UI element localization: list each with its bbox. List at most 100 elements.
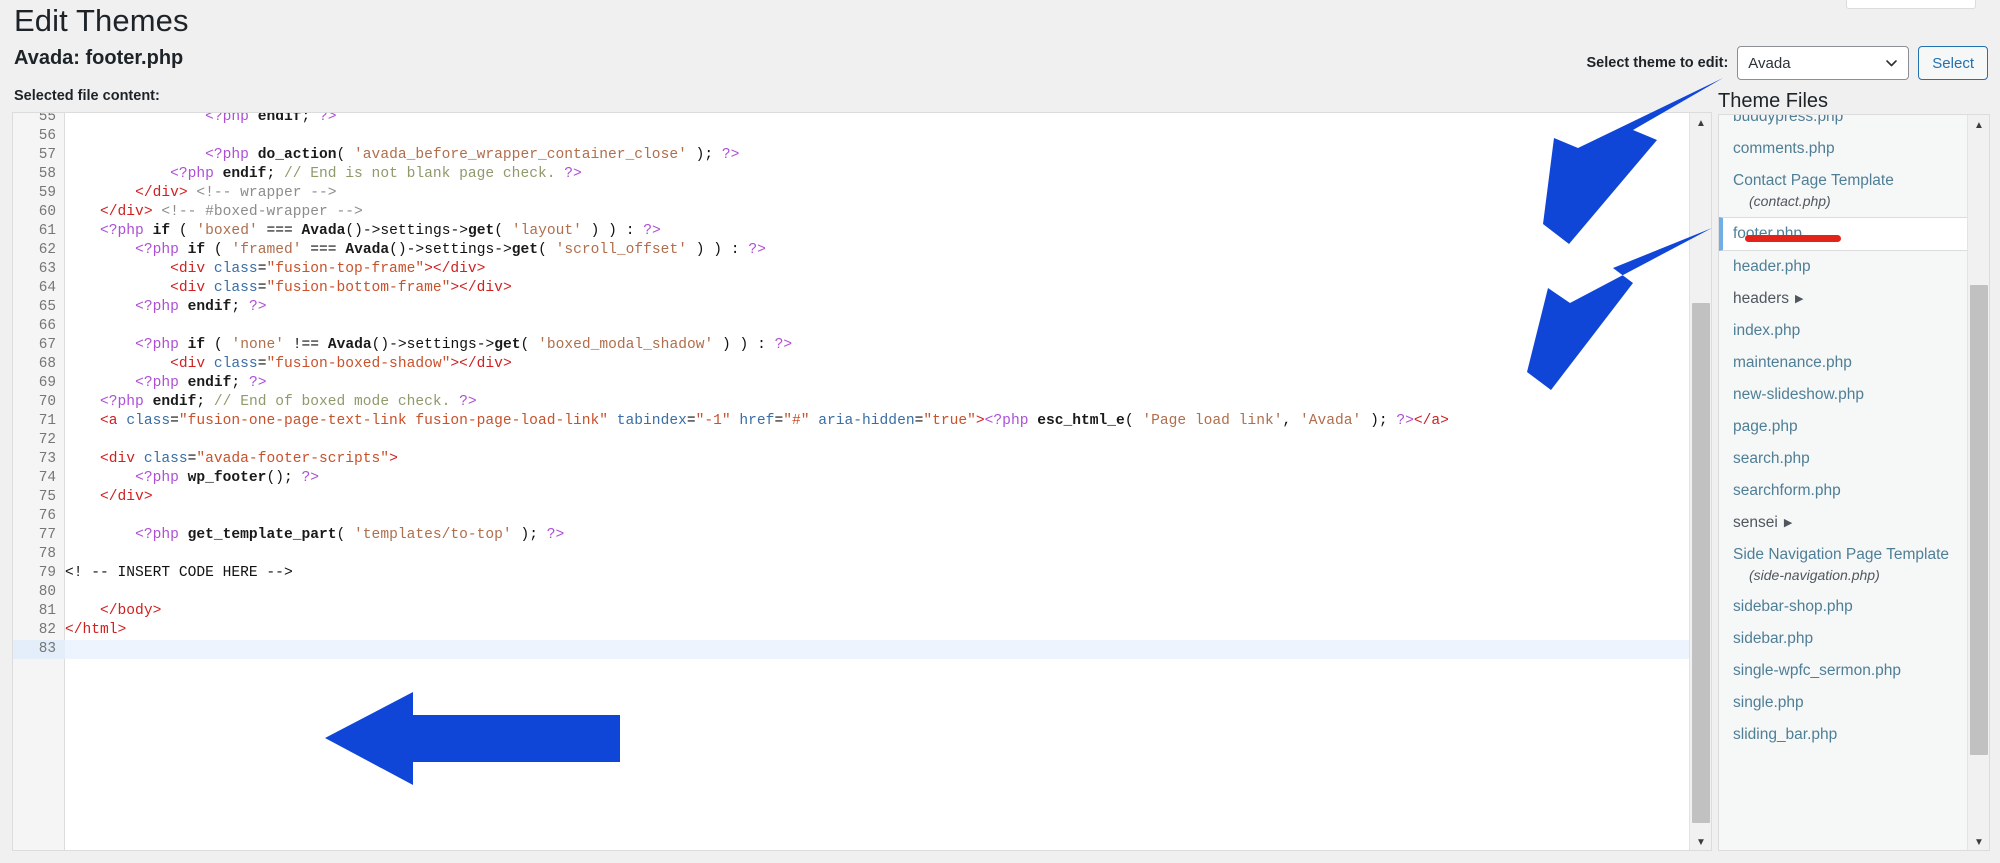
code-text-63: <div class="fusion-top-frame"></div>	[170, 261, 486, 277]
file-item-filename: (side-navigation.php)	[1749, 567, 1880, 583]
line-number-77: 77	[38, 527, 56, 543]
file-item-sensei[interactable]: sensei ▶	[1719, 507, 1969, 539]
file-item-index-php[interactable]: index.php	[1719, 315, 1969, 347]
line-number-66: 66	[38, 318, 56, 334]
code-line-64[interactable]: 64 <div class="fusion-bottom-frame"></di…	[13, 279, 1711, 298]
line-number-81: 81	[38, 603, 56, 619]
line-number-71: 71	[38, 413, 56, 429]
line-number-70: 70	[38, 394, 56, 410]
file-item-searchform-php[interactable]: searchform.php	[1719, 475, 1969, 507]
file-item-label: buddypress.php	[1733, 114, 1844, 125]
code-line-77[interactable]: 77 <?php get_template_part( 'templates/t…	[13, 526, 1711, 545]
file-item-label: Contact Page Template	[1733, 172, 1894, 189]
code-line-60[interactable]: 60 </div> <!-- #boxed-wrapper -->	[13, 203, 1711, 222]
code-line-56[interactable]: 56	[13, 127, 1711, 146]
files-scroll-down-icon[interactable]: ▼	[1968, 832, 1989, 850]
line-number-65: 65	[38, 299, 56, 315]
file-item-headers[interactable]: headers ▶	[1719, 283, 1969, 315]
files-scrollbar-thumb[interactable]	[1970, 285, 1988, 755]
file-item-sidebar-shop-php[interactable]: sidebar-shop.php	[1719, 591, 1969, 623]
code-text-75: </div>	[100, 489, 153, 505]
line-number-58: 58	[38, 166, 56, 182]
file-item-search-php[interactable]: search.php	[1719, 443, 1969, 475]
line-number-79: 79	[38, 565, 56, 581]
select-theme-label: Select theme to edit:	[1586, 55, 1729, 71]
file-item-header-php[interactable]: header.php	[1719, 251, 1969, 283]
folder-expand-icon[interactable]: ▶	[1784, 513, 1792, 533]
file-item-side-navigation-page-template[interactable]: Side Navigation Page Template (side-navig…	[1719, 539, 1969, 591]
code-line-63[interactable]: 63 <div class="fusion-top-frame"></div>	[13, 260, 1711, 279]
code-text-55: <?php endif; ?>	[205, 112, 337, 125]
line-number-68: 68	[38, 356, 56, 372]
line-number-57: 57	[38, 147, 56, 163]
code-lines: 55 <?php endif; ?> 56 57 <?php do_action( …	[13, 112, 1711, 659]
file-item-label: header.php	[1733, 258, 1811, 275]
line-number-80: 80	[38, 584, 56, 600]
code-line-82[interactable]: 82 </html>	[13, 621, 1711, 640]
file-item-single-php[interactable]: single.php	[1719, 687, 1969, 719]
file-item-page-php[interactable]: page.php	[1719, 411, 1969, 443]
file-item-label: single.php	[1733, 694, 1804, 711]
code-line-67[interactable]: 67 <?php if ( 'none' !== Avada()->settin…	[13, 336, 1711, 355]
file-item-filename: (contact.php)	[1749, 193, 1831, 209]
editor-vertical-scrollbar[interactable]: ▲ ▼	[1689, 113, 1711, 850]
code-line-83[interactable]: 83	[13, 640, 1711, 659]
scroll-down-icon[interactable]: ▼	[1690, 832, 1711, 850]
file-item-maintenance-php[interactable]: maintenance.php	[1719, 347, 1969, 379]
file-item-label: headers	[1733, 290, 1790, 307]
code-line-57[interactable]: 57 <?php do_action( 'avada_before_wrappe…	[13, 146, 1711, 165]
file-item-label: maintenance.php	[1733, 354, 1852, 371]
scroll-up-icon[interactable]: ▲	[1690, 113, 1711, 133]
line-number-72: 72	[38, 432, 56, 448]
file-item-sidebar-php[interactable]: sidebar.php	[1719, 623, 1969, 655]
code-line-79[interactable]: 79 <! -- INSERT CODE HERE -->	[13, 564, 1711, 583]
file-item-comments-php[interactable]: comments.php	[1719, 133, 1969, 165]
code-line-72[interactable]: 72	[13, 431, 1711, 450]
folder-expand-icon[interactable]: ▶	[1795, 289, 1803, 309]
code-line-78[interactable]: 78	[13, 545, 1711, 564]
code-line-81[interactable]: 81 </body>	[13, 602, 1711, 621]
editor-scrollbar-thumb[interactable]	[1692, 303, 1710, 823]
file-item-buddypress-php[interactable]: buddypress.php	[1719, 114, 1969, 133]
files-vertical-scrollbar[interactable]: ▲ ▼	[1967, 115, 1989, 850]
code-line-80[interactable]: 80	[13, 583, 1711, 602]
current-file-heading: Avada: footer.php	[14, 47, 184, 69]
code-line-69[interactable]: 69 <?php endif; ?>	[13, 374, 1711, 393]
file-item-new-slideshow-php[interactable]: new-slideshow.php	[1719, 379, 1969, 411]
select-button[interactable]: Select	[1918, 46, 1988, 80]
selected-file-content-label: Selected file content:	[14, 88, 160, 104]
line-number-75: 75	[38, 489, 56, 505]
line-number-60: 60	[38, 204, 56, 220]
code-editor[interactable]: 55 <?php endif; ?> 56 57 <?php do_action( …	[12, 112, 1712, 851]
code-line-59[interactable]: 59 </div> <!-- wrapper -->	[13, 184, 1711, 203]
code-line-61[interactable]: 61 <?php if ( 'boxed' === Avada()->setti…	[13, 222, 1711, 241]
code-line-65[interactable]: 65 <?php endif; ?>	[13, 298, 1711, 317]
file-item-contact-page-template[interactable]: Contact Page Template (contact.php)	[1719, 165, 1969, 217]
line-number-67: 67	[38, 337, 56, 353]
file-item-footer-php[interactable]: footer.php	[1719, 217, 1969, 251]
file-item-label: search.php	[1733, 450, 1810, 467]
code-line-76[interactable]: 76	[13, 507, 1711, 526]
code-line-73[interactable]: 73 <div class="avada-footer-scripts">	[13, 450, 1711, 469]
red-underline-annotation	[1745, 235, 1841, 242]
file-item-label: searchform.php	[1733, 482, 1841, 499]
file-item-single-wpfc-sermon-php[interactable]: single-wpfc_sermon.php	[1719, 655, 1969, 687]
code-line-68[interactable]: 68 <div class="fusion-boxed-shadow"></di…	[13, 355, 1711, 374]
code-line-66[interactable]: 66	[13, 317, 1711, 336]
code-line-71[interactable]: 71 <a class="fusion-one-page-text-link f…	[13, 412, 1711, 431]
file-item-sliding-bar-php[interactable]: sliding_bar.php	[1719, 719, 1969, 751]
code-line-74[interactable]: 74 <?php wp_footer(); ?>	[13, 469, 1711, 488]
code-line-70[interactable]: 70 <?php endif; // End of boxed mode che…	[13, 393, 1711, 412]
line-number-73: 73	[38, 451, 56, 467]
code-line-75[interactable]: 75 </div>	[13, 488, 1711, 507]
code-text-64: <div class="fusion-bottom-frame"></div>	[170, 280, 512, 296]
code-line-55[interactable]: 55 <?php endif; ?>	[13, 112, 1711, 127]
theme-select-dropdown[interactable]: Avada	[1737, 46, 1910, 80]
code-line-58[interactable]: 58 <?php endif; // End is not blank page…	[13, 165, 1711, 184]
code-text-81: </body>	[100, 603, 162, 619]
line-number-61: 61	[38, 223, 56, 239]
line-number-69: 69	[38, 375, 56, 391]
files-scroll-up-icon[interactable]: ▲	[1968, 115, 1989, 135]
file-item-label: sidebar-shop.php	[1733, 598, 1853, 615]
code-line-62[interactable]: 62 <?php if ( 'framed' === Avada()->sett…	[13, 241, 1711, 260]
